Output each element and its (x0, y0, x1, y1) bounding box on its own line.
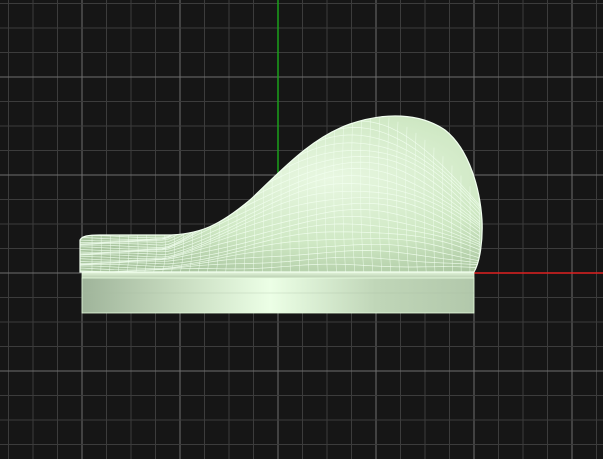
base-slab[interactable] (81, 271, 475, 314)
mesh-surface[interactable] (78, 111, 483, 274)
3d-viewport[interactable] (0, 0, 603, 459)
viewport-canvas[interactable] (0, 0, 603, 459)
